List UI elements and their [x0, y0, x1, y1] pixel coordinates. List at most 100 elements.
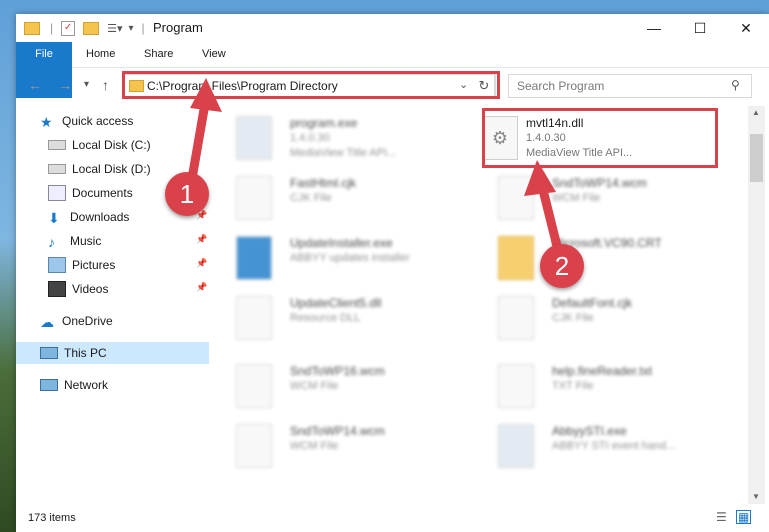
file-item[interactable]: help.fineReader.txt TXT File [482, 358, 732, 414]
navigation-pane: ★ Quick access Local Disk (C:) Local Dis… [16, 106, 210, 504]
nav-label: This PC [64, 346, 107, 360]
nav-videos[interactable]: Videos [48, 278, 108, 300]
file-name: SndToWP16.wcm [290, 364, 385, 378]
file-item[interactable]: AbbyySTI.exe ABBYY STI event hand... [482, 418, 732, 474]
drive-icon [48, 164, 66, 174]
file-item[interactable]: SndToWP14.wcm WCM File [482, 170, 732, 226]
nav-pictures[interactable]: Pictures [48, 254, 115, 276]
nav-documents[interactable]: Documents [48, 182, 133, 204]
folder-icon [498, 236, 534, 280]
file-type: ABBYY STI event hand... [552, 440, 676, 452]
file-item[interactable]: UpdateClient5.dll Resource DLL [220, 290, 470, 346]
close-button[interactable]: ✕ [723, 14, 769, 42]
customize-icon[interactable]: ☰▾ [107, 22, 122, 35]
file-name: UpdateInstaller.exe [290, 236, 393, 250]
nav-music[interactable]: ♪ Music [48, 230, 101, 252]
monitor-icon [40, 347, 58, 359]
back-arrow-icon[interactable]: ← [28, 77, 42, 93]
new-folder-icon[interactable] [83, 21, 100, 35]
installer-icon [236, 236, 272, 280]
music-note-icon: ♪ [48, 234, 55, 250]
search-placeholder: Search Program [517, 79, 605, 93]
file-item[interactable]: FastHtml.cjk CJK File [220, 170, 470, 226]
navigation-row: ← → ▾ ↑ C:\Program Files\Program Directo… [16, 68, 769, 102]
network-icon [40, 379, 58, 391]
minimize-button[interactable]: — [631, 14, 677, 42]
file-type: WCM File [552, 192, 601, 204]
ribbon-tabs: File Home Share View [16, 42, 769, 98]
application-icon [236, 116, 272, 160]
file-type: TXT File [552, 380, 594, 392]
file-description: MediaView Title API... [290, 147, 397, 159]
drive-icon [48, 140, 66, 150]
file-type: CJK File [552, 312, 594, 324]
pin-icon[interactable]: 📌 [196, 258, 207, 269]
file-type: CJK File [290, 192, 332, 204]
window-title: Program [153, 20, 203, 35]
nav-label: Local Disk (D:) [72, 162, 151, 176]
tab-share[interactable]: Share [130, 42, 187, 67]
picture-icon [48, 257, 66, 273]
file-type: WCM File [290, 440, 339, 452]
nav-local-disk-d[interactable]: Local Disk (D:) [48, 158, 151, 180]
forward-arrow-icon[interactable]: → [58, 77, 72, 93]
vertical-scrollbar[interactable]: ▲ ▼ [748, 106, 765, 504]
nav-label: Downloads [70, 210, 130, 224]
nav-local-disk-c[interactable]: Local Disk (C:) [48, 134, 151, 156]
callout-one: 1 [165, 172, 209, 216]
file-item[interactable]: Microsoft.VC90.CRT [482, 230, 732, 286]
item-count: 173 items [28, 512, 76, 524]
tab-view[interactable]: View [188, 42, 240, 67]
search-icon: ⚲ [731, 78, 740, 92]
scroll-down-icon[interactable]: ▼ [752, 492, 760, 501]
text-file-icon [498, 364, 534, 408]
chevron-down-icon[interactable]: ▾ [129, 23, 134, 34]
nav-label: Network [64, 378, 109, 392]
maximize-button[interactable]: ☐ [677, 14, 723, 42]
address-highlight-box [122, 71, 500, 99]
file-highlight-box [482, 108, 718, 168]
up-arrow-icon[interactable]: ↑ [102, 77, 109, 93]
nav-quick-access[interactable]: ★ Quick access [40, 110, 133, 132]
callout-two: 2 [540, 244, 584, 288]
recent-locations-icon[interactable]: ▾ [84, 79, 89, 90]
nav-label: Local Disk (C:) [72, 138, 151, 152]
dll-gear-icon [236, 296, 272, 340]
file-item[interactable]: UpdateInstaller.exe ABBYY updates instal… [220, 230, 470, 286]
properties-icon[interactable]: ✓ [61, 20, 76, 36]
folder-icon[interactable] [24, 21, 40, 35]
nav-label: OneDrive [62, 314, 113, 328]
scroll-thumb[interactable] [750, 134, 763, 182]
nav-this-pc[interactable]: This PC [16, 342, 209, 364]
search-input[interactable]: Search Program ⚲ [508, 74, 752, 98]
file-item[interactable]: program.exe 1.4.0.30 MediaView Title API… [220, 110, 470, 166]
file-type: ABBYY updates installer [290, 252, 410, 264]
file-item[interactable]: DefaultFont.cjk CJK File [482, 290, 732, 346]
file-icon [498, 176, 534, 220]
file-explorer-window: | ✓ ☰▾ ▾ | Program — ☐ ✕ File Home Share… [16, 14, 769, 532]
details-view-icon[interactable]: ☰ [716, 510, 727, 524]
file-item[interactable]: SndToWP14.wcm WCM File [220, 418, 470, 474]
nav-label: Videos [72, 282, 109, 296]
nav-onedrive[interactable]: ☁ OneDrive [40, 310, 113, 332]
file-icon [498, 296, 534, 340]
file-name: FastHtml.cjk [290, 176, 356, 190]
tab-home[interactable]: Home [72, 42, 129, 67]
download-arrow-icon: ⬇ [48, 210, 60, 226]
title-bar: | ✓ ☰▾ ▾ | Program — ☐ ✕ [16, 14, 769, 42]
file-name: DefaultFont.cjk [552, 296, 633, 310]
application-icon [498, 424, 534, 468]
file-icon [236, 364, 272, 408]
nav-network[interactable]: Network [40, 374, 108, 396]
scroll-up-icon[interactable]: ▲ [752, 108, 760, 117]
file-name: help.fineReader.txt [552, 364, 653, 378]
pin-icon[interactable]: 📌 [196, 234, 207, 245]
cloud-icon: ☁ [40, 314, 54, 330]
pin-icon[interactable]: 📌 [196, 282, 207, 293]
file-item[interactable]: SndToWP16.wcm WCM File [220, 358, 470, 414]
large-icons-view-icon[interactable]: ▦ [736, 510, 752, 524]
file-name: SndToWP14.wcm [290, 424, 385, 438]
file-list: program.exe 1.4.0.30 MediaView Title API… [220, 106, 744, 504]
nav-downloads[interactable]: ⬇ Downloads [48, 206, 129, 228]
file-name: SndToWP14.wcm [552, 176, 647, 190]
